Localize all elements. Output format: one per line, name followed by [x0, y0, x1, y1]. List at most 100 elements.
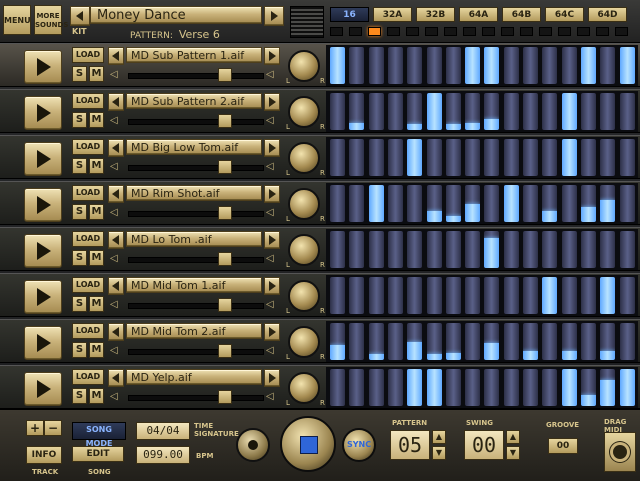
step-button[interactable] [561, 277, 577, 314]
pattern-down-button[interactable]: ▼ [432, 446, 446, 460]
length-tab-32b[interactable]: 32B [416, 7, 455, 22]
mute-button[interactable]: M [89, 204, 104, 220]
load-button[interactable]: LOAD [72, 185, 104, 201]
length-tab-64b[interactable]: 64B [502, 7, 541, 22]
track-play-button[interactable] [24, 142, 62, 176]
step-button[interactable] [445, 93, 461, 130]
step-button[interactable] [445, 231, 461, 268]
step-button[interactable] [426, 93, 442, 130]
volume-slider-handle[interactable] [218, 390, 232, 404]
step-button[interactable] [542, 139, 558, 176]
step-button[interactable] [600, 231, 616, 268]
step-button[interactable] [619, 93, 635, 130]
step-button[interactable] [561, 323, 577, 360]
step-button[interactable] [580, 185, 596, 222]
step-button[interactable] [484, 47, 500, 84]
step-button[interactable] [484, 323, 500, 360]
more-sounds-button[interactable]: MORE SOUNDS [34, 5, 68, 35]
step-button[interactable] [580, 47, 596, 84]
step-button[interactable] [407, 231, 423, 268]
step-button[interactable] [465, 369, 481, 406]
pan-knob[interactable] [288, 372, 320, 404]
sample-prev-button[interactable] [108, 93, 124, 111]
load-button[interactable]: LOAD [72, 139, 104, 155]
solo-button[interactable]: S [72, 296, 87, 312]
step-button[interactable] [580, 93, 596, 130]
step-button[interactable] [368, 93, 384, 130]
step-button[interactable] [580, 277, 596, 314]
volume-slider[interactable] [128, 206, 264, 220]
kit-next-button[interactable] [264, 6, 284, 26]
step-button[interactable] [580, 369, 596, 406]
volume-slider[interactable] [128, 344, 264, 358]
step-button[interactable] [330, 47, 345, 84]
sample-next-button[interactable] [264, 277, 280, 295]
pattern-up-button[interactable]: ▲ [432, 430, 446, 444]
pan-knob[interactable] [288, 326, 320, 358]
step-button[interactable] [503, 139, 519, 176]
step-button[interactable] [580, 139, 596, 176]
track-play-button[interactable] [24, 188, 62, 222]
play-stop-button[interactable] [280, 416, 336, 472]
step-button[interactable] [349, 277, 365, 314]
volume-slider[interactable] [128, 114, 264, 128]
step-button[interactable] [523, 277, 538, 314]
remove-track-button[interactable]: − [44, 420, 62, 436]
kit-prev-button[interactable] [70, 6, 90, 26]
step-button[interactable] [407, 277, 423, 314]
sample-next-button[interactable] [264, 231, 280, 249]
step-button[interactable] [523, 139, 538, 176]
sample-prev-button[interactable] [108, 231, 124, 249]
step-button[interactable] [368, 277, 384, 314]
step-button[interactable] [600, 277, 616, 314]
step-button[interactable] [445, 277, 461, 314]
step-button[interactable] [484, 369, 500, 406]
sample-prev-button[interactable] [108, 185, 124, 203]
step-button[interactable] [465, 93, 481, 130]
info-button[interactable]: INFO [26, 446, 62, 464]
pan-knob[interactable] [288, 280, 320, 312]
step-button[interactable] [484, 139, 500, 176]
step-button[interactable] [349, 185, 365, 222]
step-button[interactable] [542, 231, 558, 268]
mute-button[interactable]: M [89, 250, 104, 266]
sync-button[interactable]: SYNC [342, 428, 376, 462]
step-button[interactable] [484, 93, 500, 130]
step-button[interactable] [484, 231, 500, 268]
step-button[interactable] [561, 47, 577, 84]
step-button[interactable] [523, 93, 538, 130]
length-tab-64d[interactable]: 64D [588, 7, 627, 22]
step-button[interactable] [349, 93, 365, 130]
step-button[interactable] [561, 93, 577, 130]
step-button[interactable] [426, 185, 442, 222]
step-button[interactable] [600, 323, 616, 360]
step-button[interactable] [465, 185, 481, 222]
step-button[interactable] [484, 277, 500, 314]
step-button[interactable] [426, 47, 442, 84]
step-button[interactable] [503, 231, 519, 268]
step-button[interactable] [503, 323, 519, 360]
step-button[interactable] [445, 323, 461, 360]
step-button[interactable] [619, 185, 635, 222]
step-button[interactable] [426, 139, 442, 176]
step-button[interactable] [368, 139, 384, 176]
step-button[interactable] [368, 323, 384, 360]
groove-button[interactable]: 00 [548, 438, 578, 454]
load-button[interactable]: LOAD [72, 277, 104, 293]
step-button[interactable] [387, 47, 403, 84]
solo-button[interactable]: S [72, 342, 87, 358]
step-button[interactable] [619, 277, 635, 314]
swing-down-button[interactable]: ▼ [506, 446, 520, 460]
step-button[interactable] [407, 369, 423, 406]
step-button[interactable] [465, 231, 481, 268]
step-button[interactable] [407, 139, 423, 176]
step-button[interactable] [387, 231, 403, 268]
step-button[interactable] [387, 277, 403, 314]
step-button[interactable] [330, 185, 345, 222]
mute-button[interactable]: M [89, 296, 104, 312]
step-button[interactable] [600, 139, 616, 176]
sample-prev-button[interactable] [108, 323, 124, 341]
volume-slider[interactable] [128, 298, 264, 312]
track-play-button[interactable] [24, 326, 62, 360]
pan-knob[interactable] [288, 142, 320, 174]
